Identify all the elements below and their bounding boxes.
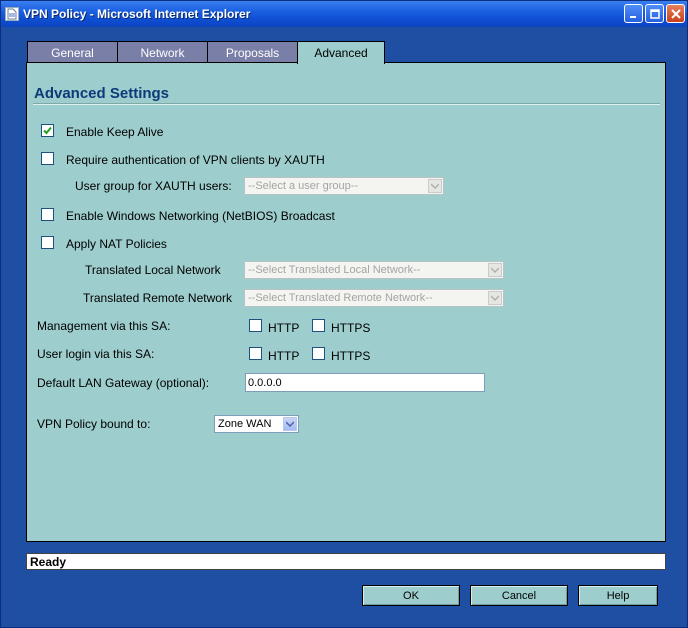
maximize-button[interactable] <box>645 4 664 23</box>
user-login-https-label: HTTPS <box>331 349 371 363</box>
bound-to-select[interactable]: Zone WAN <box>214 415 299 433</box>
gateway-label: Default LAN Gateway (optional): <box>37 376 210 390</box>
keep-alive-label: Enable Keep Alive <box>66 125 164 139</box>
chevron-down-icon <box>428 179 442 193</box>
cancel-button[interactable]: Cancel <box>470 585 568 606</box>
nat-label: Apply NAT Policies <box>66 237 167 251</box>
netbios-label: Enable Windows Networking (NetBIOS) Broa… <box>66 209 335 223</box>
management-label: Management via this SA: <box>37 319 171 333</box>
dialog-client-area: General Network Proposals Advanced Advan… <box>5 27 683 625</box>
user-login-label: User login via this SA: <box>37 347 155 361</box>
translated-remote-label: Translated Remote Network <box>83 291 232 305</box>
vpn-policy-window: VPN Policy - Microsoft Internet Explorer… <box>0 0 688 628</box>
management-http-label: HTTP <box>268 321 300 335</box>
translated-remote-value: --Select Translated Remote Network-- <box>248 292 433 304</box>
xauth-label: Require authentication of VPN clients by… <box>66 153 325 167</box>
xauth-group-value: --Select a user group-- <box>248 180 359 192</box>
advanced-panel: Advanced Settings Enable Keep Alive Requ… <box>26 62 666 542</box>
management-http-checkbox[interactable] <box>249 319 262 332</box>
bound-to-value: Zone WAN <box>218 418 272 430</box>
translated-local-label: Translated Local Network <box>85 263 221 277</box>
help-button[interactable]: Help <box>578 585 658 606</box>
chevron-down-icon <box>283 417 297 431</box>
management-https-label: HTTPS <box>331 321 371 335</box>
maximize-icon <box>649 8 660 19</box>
netbios-checkbox[interactable] <box>41 208 54 221</box>
close-button[interactable] <box>666 4 685 23</box>
xauth-group-select[interactable]: --Select a user group-- <box>244 177 444 195</box>
section-title: Advanced Settings <box>34 85 170 102</box>
chevron-down-icon <box>488 263 502 277</box>
ok-button[interactable]: OK <box>362 585 460 606</box>
tab-general[interactable]: General <box>27 41 118 63</box>
management-https-checkbox[interactable] <box>312 319 325 332</box>
minimize-button[interactable] <box>624 4 643 23</box>
user-login-http-checkbox[interactable] <box>249 347 262 360</box>
tab-proposals[interactable]: Proposals <box>207 41 298 63</box>
gateway-input[interactable]: 0.0.0.0 <box>245 373 485 392</box>
translated-remote-select[interactable]: --Select Translated Remote Network-- <box>244 289 504 307</box>
user-login-http-label: HTTP <box>268 349 300 363</box>
window-title: VPN Policy - Microsoft Internet Explorer <box>23 7 251 21</box>
user-login-https-checkbox[interactable] <box>312 347 325 360</box>
minimize-icon <box>629 15 636 18</box>
section-divider <box>33 103 660 105</box>
translated-local-value: --Select Translated Local Network-- <box>248 264 421 276</box>
status-bar: Ready <box>26 553 666 570</box>
xauth-checkbox[interactable] <box>41 152 54 165</box>
bound-to-label: VPN Policy bound to: <box>37 417 151 431</box>
close-icon <box>670 8 681 19</box>
xauth-group-label: User group for XAUTH users: <box>75 179 232 193</box>
keep-alive-checkbox[interactable] <box>41 124 54 137</box>
tab-network[interactable]: Network <box>117 41 208 63</box>
title-bar[interactable]: VPN Policy - Microsoft Internet Explorer <box>1 1 687 27</box>
chevron-down-icon <box>488 291 502 305</box>
tab-advanced[interactable]: Advanced <box>297 41 385 64</box>
translated-local-select[interactable]: --Select Translated Local Network-- <box>244 261 504 279</box>
checkmark-icon <box>43 126 52 135</box>
nat-checkbox[interactable] <box>41 236 54 249</box>
ie-page-icon <box>5 7 19 21</box>
